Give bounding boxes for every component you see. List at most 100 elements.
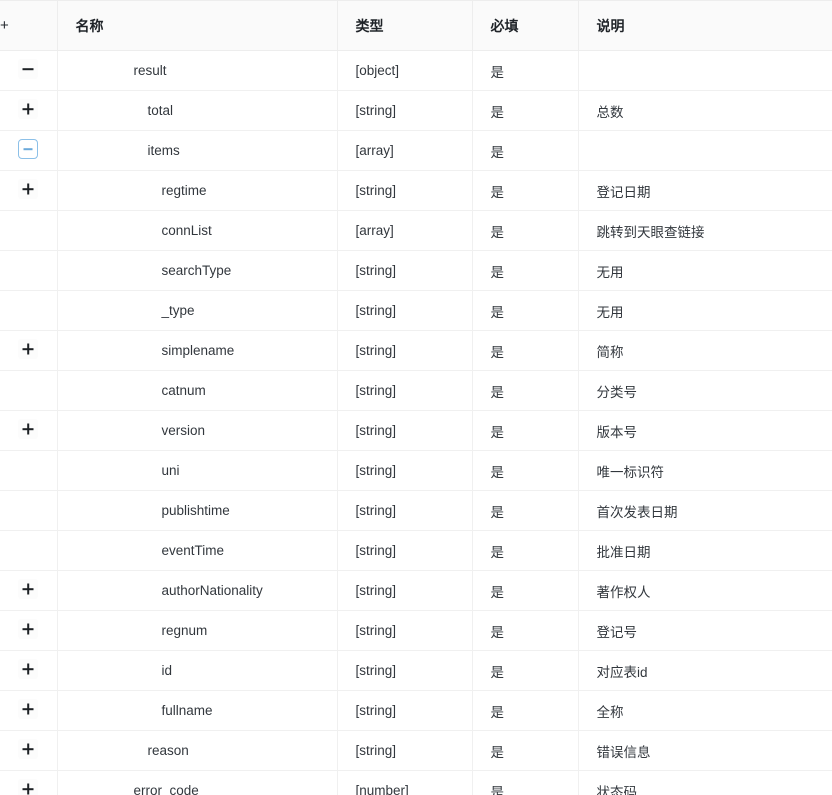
row-toggle-cell [0,370,58,411]
expand-row-icon[interactable] [18,739,39,759]
field-description-cell: 无用 [578,250,832,291]
field-name-cell: version [57,410,338,451]
leaf-node-spacer [18,299,38,319]
field-name-cell: eventTime [57,530,338,571]
field-description-cell: 著作权人 [578,570,832,611]
expand-row-icon[interactable] [18,179,39,199]
field-name-label: searchType [161,263,232,278]
field-required-cell: 是 [472,50,579,91]
toggle-vertical-bar [27,343,30,355]
expand-row-icon[interactable] [18,779,39,795]
row-toggle-cell[interactable] [0,130,58,171]
field-name-cell: result [57,50,338,91]
field-required-cell: 是 [472,570,579,611]
toggle-vertical-bar [27,583,30,595]
field-required-cell: 是 [472,690,579,731]
table-row: _type [string] 是无用 [0,290,832,331]
expand-row-icon[interactable] [18,699,39,719]
row-toggle-cell[interactable] [0,410,58,451]
row-toggle-cell [0,490,58,531]
toggle-vertical-bar [27,183,30,195]
table-row: searchType [string] 是无用 [0,250,832,291]
header-type: 类型 [337,0,473,51]
field-required-cell: 是 [472,610,579,651]
row-toggle-cell[interactable] [0,330,58,371]
field-name-label: eventTime [161,543,225,558]
field-name-label: items [147,143,180,158]
header-toggle-all[interactable]: + [0,0,58,51]
table-body: result [object] 是 total [string] 是总数 items [arr… [0,50,832,795]
row-toggle-cell[interactable] [0,690,58,731]
field-description-cell: 状态码 [578,770,832,795]
field-description-cell [578,130,832,171]
field-description-cell: 唯一标识符 [578,450,832,491]
field-required-cell: 是 [472,770,579,795]
row-toggle-cell[interactable] [0,170,58,211]
field-name-label: result [133,63,167,78]
row-toggle-cell[interactable] [0,770,58,795]
collapse-row-icon[interactable] [18,59,39,79]
table-row: total [string] 是总数 [0,90,832,131]
field-type-cell: [object] [337,50,473,91]
row-toggle-cell[interactable] [0,90,58,131]
row-toggle-cell[interactable] [0,610,58,651]
field-type-cell: [string] [337,450,473,491]
table-row: connList [array] 是跳转到天眼查链接 [0,210,832,251]
field-description-cell: 首次发表日期 [578,490,832,531]
expand-row-icon[interactable] [18,99,39,119]
expand-row-icon[interactable] [18,579,39,599]
field-name-cell: _type [57,290,338,331]
field-name-label: total [147,103,174,118]
api-schema-page: + 名称 类型 必填 说明 result [object] 是 total [strin… [0,0,832,795]
field-type-cell: [string] [337,490,473,531]
field-name-label: authorNationality [161,583,263,598]
toggle-vertical-bar [27,743,30,755]
field-required-cell: 是 [472,90,579,131]
toggle-vertical-bar [27,623,30,635]
expand-row-icon[interactable] [18,619,39,639]
field-required-cell: 是 [472,130,579,171]
field-name-label: _type [161,303,195,318]
header-type-label: 类型 [355,17,384,34]
row-toggle-cell[interactable] [0,570,58,611]
row-toggle-cell [0,290,58,331]
table-header: + 名称 类型 必填 说明 [0,0,832,51]
field-type-cell: [string] [337,290,473,331]
field-name-label: catnum [161,383,206,398]
leaf-node-spacer [18,539,38,559]
field-type-cell: [string] [337,570,473,611]
table-row: simplename [string] 是简称 [0,330,832,371]
expand-all-icon[interactable]: + [0,17,9,34]
field-description-cell: 总数 [578,90,832,131]
toggle-vertical-bar [27,783,30,795]
expand-row-icon[interactable] [18,659,39,679]
field-description-cell: 登记号 [578,610,832,651]
row-toggle-cell [0,210,58,251]
row-toggle-cell [0,250,58,291]
row-toggle-cell[interactable] [0,730,58,771]
field-type-cell: [string] [337,530,473,571]
field-description-cell: 跳转到天眼查链接 [578,210,832,251]
row-toggle-cell[interactable] [0,50,58,91]
field-description-cell: 批准日期 [578,530,832,571]
field-name-cell: catnum [57,370,338,411]
field-description-cell: 简称 [578,330,832,371]
table-row: fullname [string] 是全称 [0,690,832,731]
header-required-label: 必填 [490,17,519,34]
expand-row-icon[interactable] [18,339,39,359]
table-row: id [string] 是对应表id [0,650,832,691]
expand-row-icon[interactable] [18,419,39,439]
row-toggle-cell[interactable] [0,650,58,691]
field-required-cell: 是 [472,210,579,251]
field-name-label: simplename [161,343,235,358]
header-description-label: 说明 [596,17,625,34]
collapse-row-icon[interactable] [18,139,39,159]
field-name-cell: error_code [57,770,338,795]
row-toggle-cell [0,450,58,491]
toggle-horizontal-bar [23,148,33,150]
field-name-cell: items [57,130,338,171]
field-name-label: version [161,423,206,438]
field-name-cell: publishtime [57,490,338,531]
leaf-node-spacer [18,259,38,279]
table-row: items [array] 是 [0,130,832,171]
